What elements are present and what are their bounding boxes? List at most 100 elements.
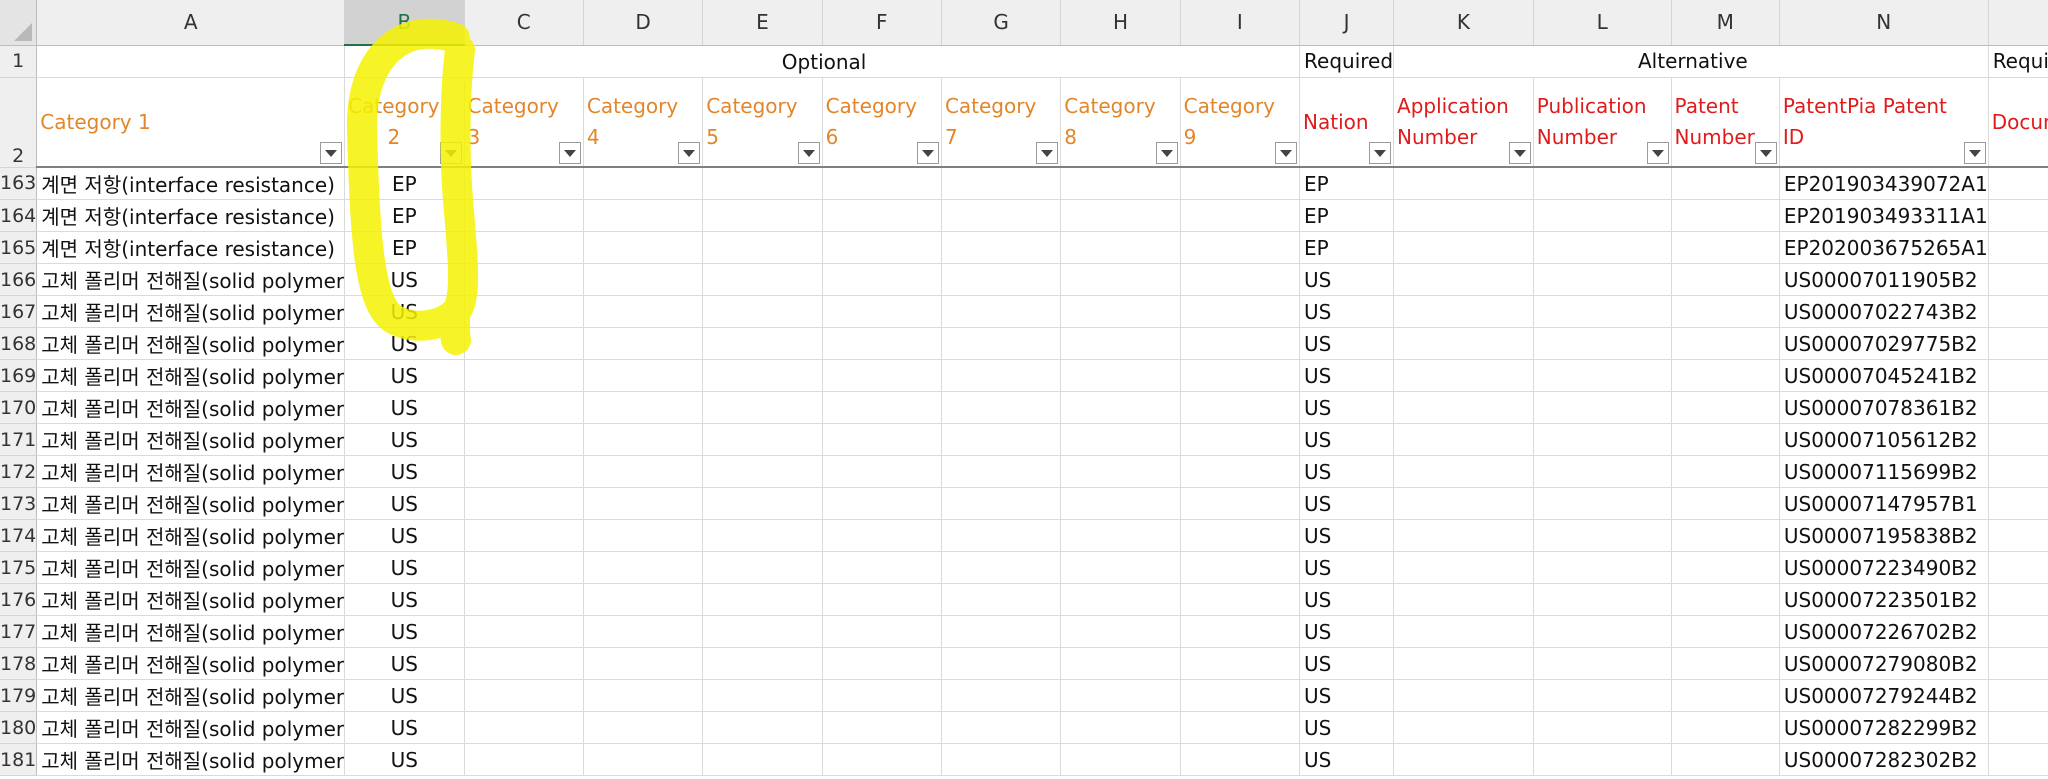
cell-a[interactable]: 고체 폴리머 전해질(solid polymer [36,679,346,712]
cell-n[interactable]: US00007147957B1 [1779,487,1989,520]
cell-d[interactable] [583,199,704,232]
cell-b[interactable]: EP [344,231,465,264]
filter-dropdown-icon[interactable] [1754,142,1777,164]
field-header-i[interactable]: Category 9 [1180,77,1301,168]
cell-f[interactable] [822,583,942,616]
cell-d[interactable] [583,263,704,296]
cell-m[interactable] [1671,551,1780,584]
cell-k[interactable] [1393,487,1534,520]
cell-a[interactable]: 고체 폴리머 전해질(solid polymer [36,615,346,648]
cell-n[interactable]: US00007282299B2 [1779,711,1989,744]
filter-dropdown-icon[interactable] [1036,142,1059,164]
cell-h[interactable] [1060,487,1181,520]
cell-b[interactable]: US [344,711,465,744]
cell-g[interactable] [941,199,1062,232]
cell-l[interactable] [1533,199,1672,232]
cell-h[interactable] [1060,263,1181,296]
cell-h[interactable] [1060,519,1181,552]
column-header-o[interactable]: O [1988,0,2048,46]
cell-f[interactable] [822,455,942,488]
cell-n[interactable]: US00007022743B2 [1779,295,1989,328]
cell-e[interactable] [702,679,823,712]
cell-h[interactable] [1060,199,1181,232]
column-header-l[interactable]: L [1533,0,1672,46]
cell-k[interactable] [1393,455,1534,488]
cell-n[interactable]: US00007078361B2 [1779,391,1989,424]
cell-n[interactable]: US00007011905B2 [1779,263,1989,296]
cell-a[interactable]: 고체 폴리머 전해질(solid polymer [36,455,346,488]
cell-l[interactable] [1533,327,1672,360]
cell-j[interactable]: EP [1299,231,1395,264]
cell-a[interactable]: 계면 저항(interface resistance) [36,199,346,232]
row-header[interactable]: 179 [0,679,38,712]
cell-g[interactable] [941,295,1062,328]
field-header-l[interactable]: Publication Number [1533,77,1672,168]
cell-b[interactable]: US [344,551,465,584]
cell-k[interactable] [1393,231,1534,264]
cell-i[interactable] [1180,231,1301,264]
cell-n[interactable]: US00007045241B2 [1779,359,1989,392]
cell-l[interactable] [1533,615,1672,648]
cell-a[interactable]: 고체 폴리머 전해질(solid polymer [36,583,346,616]
cell-d[interactable] [583,743,704,776]
cell-m[interactable] [1671,455,1780,488]
cell-j[interactable]: EP [1299,199,1395,232]
cell-n[interactable]: US00007282302B2 [1779,743,1989,776]
cell-b[interactable]: US [344,295,465,328]
row-header[interactable]: 167 [0,295,38,328]
cell-e[interactable] [702,487,823,520]
cell-d[interactable] [583,711,704,744]
cell-h[interactable] [1060,583,1181,616]
row-header[interactable]: 177 [0,615,38,648]
cell-i[interactable] [1180,327,1301,360]
cell-m[interactable] [1671,359,1780,392]
cell-e[interactable] [702,199,823,232]
optional-group-label[interactable]: Optional [344,45,1301,78]
cell-a[interactable]: 고체 폴리머 전해질(solid polymer [36,647,346,680]
cell-f[interactable] [822,487,942,520]
filter-dropdown-icon[interactable] [1369,142,1392,164]
cell-f[interactable] [822,551,942,584]
cell-h[interactable] [1060,327,1181,360]
cell-j[interactable]: US [1299,711,1395,744]
cell-g[interactable] [941,487,1062,520]
cell-m[interactable] [1671,487,1780,520]
cell-c[interactable] [464,167,584,200]
cell-d[interactable] [583,647,704,680]
column-header-d[interactable]: D [583,0,704,46]
cell-e[interactable] [702,455,823,488]
cell-j[interactable]: US [1299,487,1395,520]
cell-a[interactable]: 고체 폴리머 전해질(solid polymer [36,519,346,552]
cell-d[interactable] [583,615,704,648]
cell-f[interactable] [822,359,942,392]
filter-dropdown-icon[interactable] [320,142,343,164]
cell-g[interactable] [941,455,1062,488]
cell-c[interactable] [464,359,584,392]
cell-c[interactable] [464,423,584,456]
row-header[interactable]: 175 [0,551,38,584]
cell-e[interactable] [702,391,823,424]
cell-h[interactable] [1060,647,1181,680]
cell-o[interactable] [1988,199,2048,232]
row-header-1[interactable]: 1 [0,45,38,78]
cell-e[interactable] [702,423,823,456]
cell-i[interactable] [1180,647,1301,680]
cell-b[interactable]: US [344,679,465,712]
cell-o[interactable] [1988,711,2048,744]
cell-o[interactable] [1988,615,2048,648]
cell-d[interactable] [583,327,704,360]
cell-l[interactable] [1533,647,1672,680]
filter-dropdown-icon[interactable] [558,142,581,164]
cell-f[interactable] [822,711,942,744]
cell-k[interactable] [1393,199,1534,232]
cell-l[interactable] [1533,391,1672,424]
cell-l[interactable] [1533,583,1672,616]
cell-n[interactable]: US00007115699B2 [1779,455,1989,488]
cell-d[interactable] [583,487,704,520]
column-header-g[interactable]: G [941,0,1062,46]
cell-o[interactable] [1988,391,2048,424]
cell-l[interactable] [1533,743,1672,776]
field-header-a[interactable]: Category 1 [36,77,346,168]
cell-l[interactable] [1533,359,1672,392]
cell-k[interactable] [1393,551,1534,584]
